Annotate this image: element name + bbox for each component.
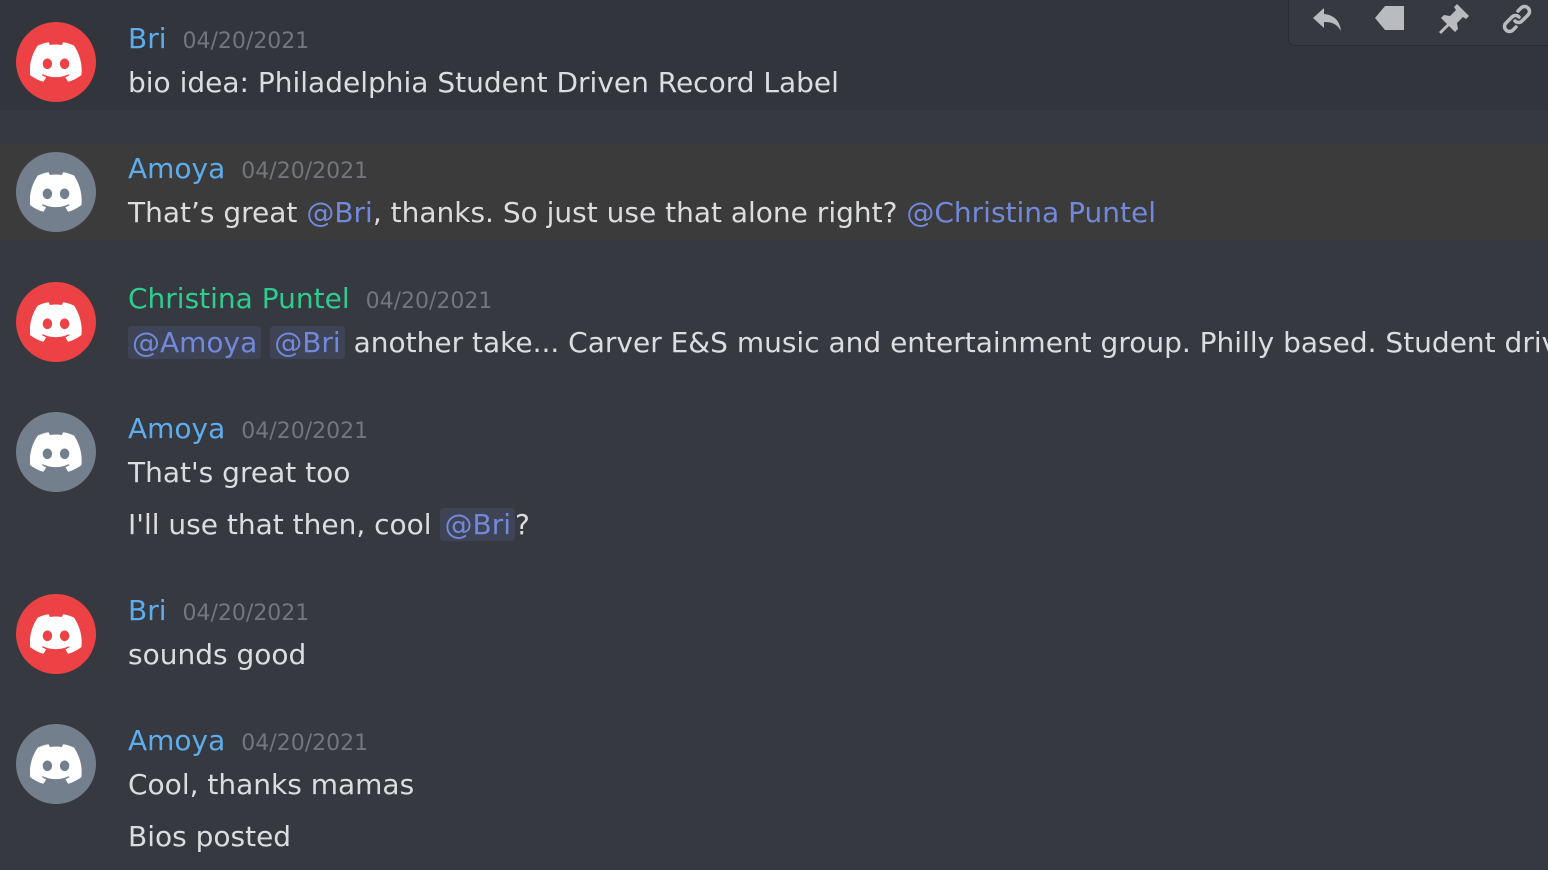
user-mention[interactable]: @Bri	[440, 508, 515, 541]
user-mention[interactable]: @Christina Puntel	[906, 196, 1156, 229]
username[interactable]: Christina Puntel	[128, 282, 350, 315]
discord-logo-icon	[30, 432, 82, 472]
link-icon[interactable]	[1495, 0, 1539, 41]
avatar[interactable]	[16, 22, 96, 102]
discord-logo-icon	[30, 614, 82, 654]
message-text: Cool, thanks mamas	[128, 768, 415, 801]
username[interactable]: Amoya	[128, 724, 225, 757]
username[interactable]: Bri	[128, 594, 167, 627]
discord-logo-icon	[30, 744, 82, 784]
message-item[interactable]: Amoya 04/20/2021 That’s great @Bri, than…	[0, 144, 1548, 240]
timestamp: 04/20/2021	[241, 419, 369, 444]
pin-icon[interactable]	[1432, 0, 1476, 41]
chat-message-list: Bri 04/20/2021 bio idea: Philadelphia St…	[0, 0, 1548, 870]
message-text: Bios posted	[128, 820, 292, 853]
message-text: That's great too	[128, 456, 351, 489]
text-segment: ?	[514, 508, 530, 541]
timestamp: 04/20/2021	[365, 289, 493, 314]
message-item[interactable]: Christina Puntel 04/20/2021 @Amoya @Bri …	[0, 270, 1548, 376]
timestamp: 04/20/2021	[182, 29, 310, 54]
timestamp: 04/20/2021	[241, 731, 369, 756]
avatar[interactable]	[16, 282, 96, 362]
message-item[interactable]: Amoya 04/20/2021 That's great too I'll u…	[0, 400, 1548, 560]
message-text: I'll use that then, cool @Bri?	[128, 505, 530, 545]
tag-icon[interactable]	[1368, 0, 1412, 41]
user-mention[interactable]: @Amoya	[128, 326, 262, 359]
message-text: That’s great @Bri, thanks. So just use t…	[128, 193, 1156, 233]
username[interactable]: Bri	[128, 22, 167, 55]
text-segment: another take... Carver E&S music and ent…	[344, 326, 1548, 359]
message-text: @Amoya @Bri another take... Carver E&S m…	[128, 323, 1548, 363]
message-text: sounds good	[128, 638, 307, 671]
discord-logo-icon	[30, 302, 82, 342]
timestamp: 04/20/2021	[182, 601, 310, 626]
discord-logo-icon	[30, 172, 82, 212]
timestamp: 04/20/2021	[241, 159, 369, 184]
user-mention[interactable]: @Bri	[270, 326, 345, 359]
avatar[interactable]	[16, 724, 96, 804]
text-segment: I'll use that then, cool	[128, 508, 441, 541]
text-segment: That’s great	[128, 196, 307, 229]
message-item[interactable]: Amoya 04/20/2021 Cool, thanks mamas Bios…	[0, 712, 1548, 870]
message-item[interactable]: Bri 04/20/2021 sounds good	[0, 582, 1548, 688]
avatar[interactable]	[16, 412, 96, 492]
message-item[interactable]: Bri 04/20/2021 bio idea: Philadelphia St…	[0, 0, 1548, 110]
username[interactable]: Amoya	[128, 152, 225, 185]
message-text: bio idea: Philadelphia Student Driven Re…	[128, 66, 839, 99]
text-segment: , thanks. So just use that alone right?	[372, 196, 907, 229]
avatar[interactable]	[16, 152, 96, 232]
reply-icon[interactable]	[1305, 0, 1349, 41]
message-actions-toolbar	[1288, 0, 1548, 46]
discord-logo-icon	[30, 42, 82, 82]
username[interactable]: Amoya	[128, 412, 225, 445]
user-mention[interactable]: @Bri	[306, 196, 373, 229]
avatar[interactable]	[16, 594, 96, 674]
